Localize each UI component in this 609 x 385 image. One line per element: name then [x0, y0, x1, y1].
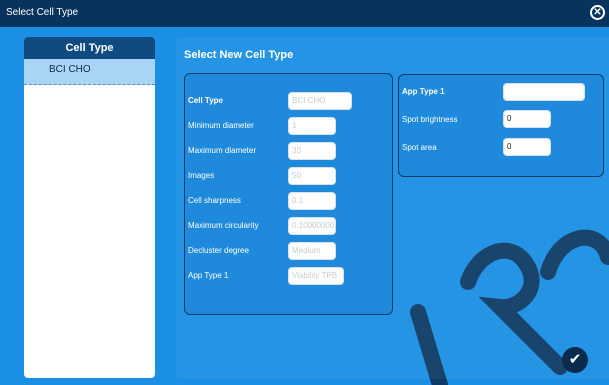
title-bar: Select Cell Type ✕	[0, 0, 609, 27]
max-circularity-label: Maximum circularity	[188, 221, 259, 230]
list-item-bci-cho[interactable]: BCI CHO	[24, 59, 155, 85]
app-type-label: App Type 1	[402, 87, 445, 96]
section-title: Select New Cell Type	[184, 49, 294, 61]
min-diameter-label: Minimum diameter	[188, 121, 254, 130]
window-title: Select Cell Type	[6, 7, 79, 18]
decluster-degree-label: Decluster degree	[188, 246, 249, 255]
spot-brightness-input[interactable]: 0	[503, 110, 551, 128]
spot-area-input[interactable]: 0	[503, 138, 551, 156]
checkmark-icon: ✔	[568, 351, 582, 368]
app-type-1-field[interactable]: Viability TPB	[288, 267, 344, 285]
cell-type-list: Cell Type BCI CHO	[24, 37, 155, 378]
max-diameter-field[interactable]: 30	[288, 142, 336, 160]
cell-parameters-group: Cell Type BCI CHO Minimum diameter 1 Max…	[184, 73, 393, 315]
max-diameter-label: Maximum diameter	[188, 146, 257, 155]
min-diameter-field[interactable]: 1	[288, 117, 336, 135]
app-type-input[interactable]	[503, 83, 585, 101]
app-type-1-label: App Type 1	[188, 271, 229, 280]
close-icon[interactable]: ✕	[590, 5, 605, 20]
cell-sharpness-label: Cell sharpness	[188, 196, 241, 205]
images-label: Images	[188, 171, 215, 180]
images-field[interactable]: 50	[288, 167, 336, 185]
max-circularity-field[interactable]: 0.10000000	[288, 217, 336, 235]
decluster-degree-field[interactable]: Medium	[288, 242, 336, 260]
spot-brightness-label: Spot brightness	[402, 115, 458, 124]
cell-type-field[interactable]: BCI CHO	[288, 92, 352, 110]
cell-type-label: Cell Type	[188, 96, 223, 105]
details-panel: Select New Cell Type Cell Type BCI CHO M…	[176, 37, 609, 379]
main-area: Cell Type BCI CHO Select New Cell Type C…	[0, 27, 609, 385]
cell-type-list-header: Cell Type	[24, 37, 155, 59]
cell-sharpness-field[interactable]: 0.1	[288, 192, 336, 210]
app-type-group: App Type 1 Spot brightness 0 Spot area 0	[398, 74, 604, 177]
confirm-button[interactable]: ✔	[562, 347, 588, 373]
spot-area-label: Spot area	[402, 143, 437, 152]
